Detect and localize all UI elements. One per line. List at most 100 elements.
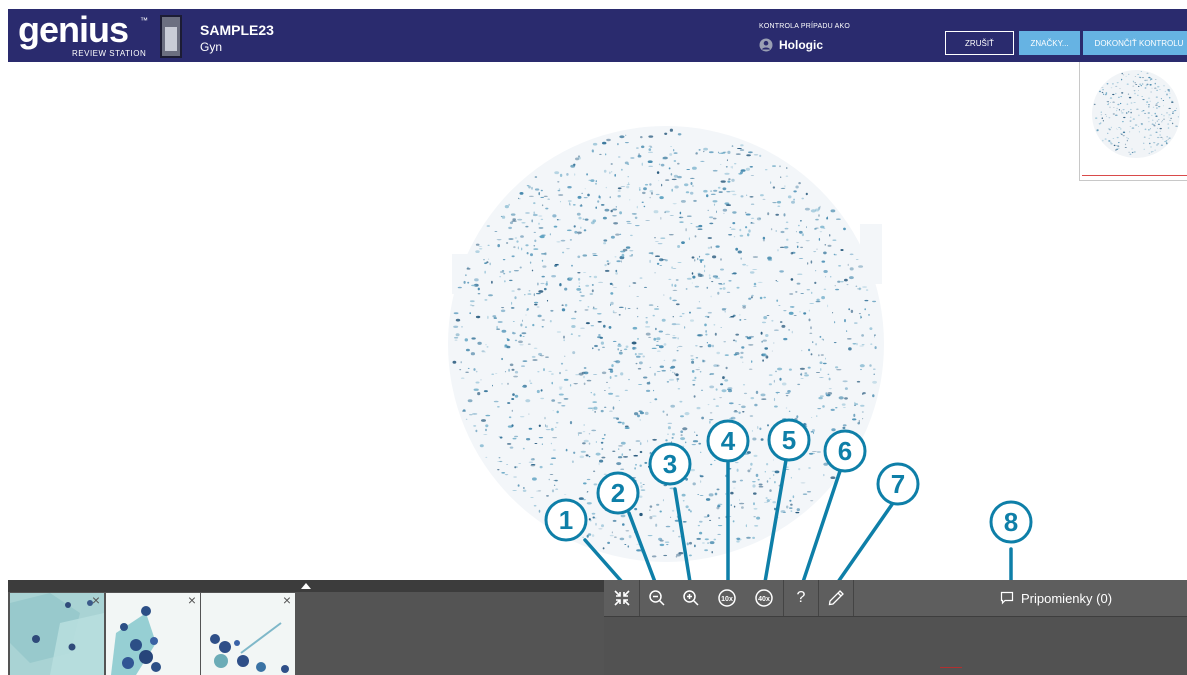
cell-speck bbox=[685, 288, 688, 290]
cell-speck bbox=[838, 452, 842, 454]
cell-speck bbox=[661, 369, 666, 372]
cell-speck bbox=[1152, 119, 1154, 121]
cell-speck bbox=[1104, 114, 1107, 115]
cell-speck bbox=[619, 537, 625, 541]
cell-speck bbox=[545, 424, 546, 428]
cell-speck bbox=[655, 327, 657, 331]
cell-speck bbox=[828, 388, 832, 390]
cell-speck bbox=[671, 178, 677, 181]
cell-speck bbox=[774, 481, 776, 484]
cell-speck bbox=[1144, 112, 1147, 114]
slide-image-viewport[interactable] bbox=[444, 124, 888, 564]
cell-thumbnail[interactable]: × bbox=[201, 593, 295, 675]
cell-speck bbox=[563, 398, 569, 400]
cell-speck bbox=[663, 554, 668, 557]
cell-speck bbox=[484, 270, 486, 274]
cell-speck bbox=[1151, 123, 1154, 125]
cell-speck bbox=[768, 374, 773, 376]
cell-speck bbox=[530, 497, 534, 498]
cell-speck bbox=[1122, 109, 1125, 111]
close-icon[interactable]: × bbox=[283, 593, 291, 607]
cell-speck bbox=[636, 205, 638, 209]
cell-speck bbox=[691, 360, 695, 364]
cell-speck bbox=[466, 267, 471, 270]
cell-speck bbox=[654, 308, 660, 310]
slide-overview-minimap[interactable] bbox=[1079, 62, 1187, 181]
cell-speck bbox=[1168, 137, 1171, 139]
cell-speck bbox=[538, 509, 541, 513]
cell-speck bbox=[653, 210, 659, 214]
cell-speck bbox=[621, 421, 625, 425]
cell-speck bbox=[664, 541, 670, 543]
zoom-10x-button[interactable]: 10x bbox=[710, 580, 744, 616]
cell-speck bbox=[1149, 84, 1152, 86]
finish-review-button[interactable]: DOKONČIŤ KONTROLU bbox=[1083, 31, 1187, 55]
cell-speck bbox=[722, 287, 726, 290]
cell-speck bbox=[638, 353, 643, 355]
cell-speck bbox=[564, 303, 568, 307]
zoom-out-icon bbox=[649, 590, 665, 606]
cell-speck bbox=[548, 478, 550, 481]
cell-thumbnail[interactable]: × bbox=[106, 593, 200, 675]
cell-speck bbox=[605, 153, 607, 156]
cell-speck bbox=[501, 472, 506, 474]
cell-speck bbox=[848, 447, 850, 451]
cell-speck bbox=[548, 370, 552, 372]
cell-speck bbox=[756, 217, 762, 221]
cell-speck bbox=[558, 393, 564, 396]
cell-speck bbox=[513, 246, 516, 249]
cell-speck bbox=[659, 196, 664, 200]
cell-speck bbox=[574, 230, 578, 234]
cell-speck bbox=[620, 186, 626, 187]
cell-speck bbox=[820, 368, 822, 371]
close-icon[interactable]: × bbox=[92, 593, 100, 607]
cell-speck bbox=[699, 520, 703, 523]
collapse-arrow-icon[interactable] bbox=[301, 583, 311, 589]
cell-speck bbox=[804, 372, 808, 374]
cell-speck bbox=[1158, 106, 1161, 108]
cell-speck bbox=[488, 294, 493, 297]
cell-speck bbox=[694, 431, 696, 434]
cell-speck bbox=[547, 198, 550, 200]
cell-thumbnail[interactable]: × bbox=[10, 593, 104, 675]
cell-speck bbox=[698, 442, 702, 445]
cell-speck bbox=[1134, 76, 1137, 77]
cell-speck bbox=[509, 221, 514, 225]
cell-speck bbox=[499, 276, 501, 278]
cell-speck bbox=[856, 342, 858, 346]
cell-speck bbox=[1132, 85, 1135, 87]
cell-speck bbox=[493, 400, 499, 403]
cell-speck bbox=[800, 246, 804, 249]
cell-speck bbox=[604, 406, 607, 408]
cell-speck bbox=[798, 468, 801, 471]
cell-speck bbox=[538, 437, 544, 439]
cancel-button[interactable]: ZRUŠIŤ bbox=[945, 31, 1014, 55]
cell-speck bbox=[767, 256, 772, 260]
zoom-in-button[interactable] bbox=[674, 580, 708, 616]
cell-speck bbox=[648, 304, 654, 306]
cell-speck bbox=[591, 289, 594, 293]
cell-speck bbox=[795, 511, 800, 514]
gallery-collapse-bar[interactable] bbox=[8, 580, 604, 592]
cell-speck bbox=[709, 419, 714, 421]
cell-speck bbox=[809, 332, 813, 334]
cell-speck bbox=[455, 318, 461, 322]
cell-speck bbox=[617, 344, 622, 347]
cell-speck bbox=[725, 474, 729, 478]
cell-speck bbox=[728, 234, 733, 236]
help-button[interactable]: ? bbox=[784, 580, 818, 616]
cell-speck bbox=[561, 512, 567, 515]
zoom-out-button[interactable] bbox=[640, 580, 674, 616]
zoom-40x-button[interactable]: 40x bbox=[747, 580, 781, 616]
marks-button[interactable]: ZNAČKY... bbox=[1019, 31, 1080, 55]
comments-button[interactable]: Pripomienky (0) bbox=[1000, 580, 1112, 616]
close-icon[interactable]: × bbox=[188, 593, 196, 607]
cell-speck bbox=[522, 489, 527, 492]
cell-speck bbox=[1140, 85, 1142, 87]
cell-speck bbox=[523, 487, 525, 489]
fit-to-screen-button[interactable] bbox=[604, 580, 639, 616]
cell-speck bbox=[779, 270, 784, 273]
cell-speck bbox=[676, 346, 679, 348]
annotate-pen-button[interactable] bbox=[819, 580, 853, 616]
cell-speck bbox=[564, 355, 566, 357]
